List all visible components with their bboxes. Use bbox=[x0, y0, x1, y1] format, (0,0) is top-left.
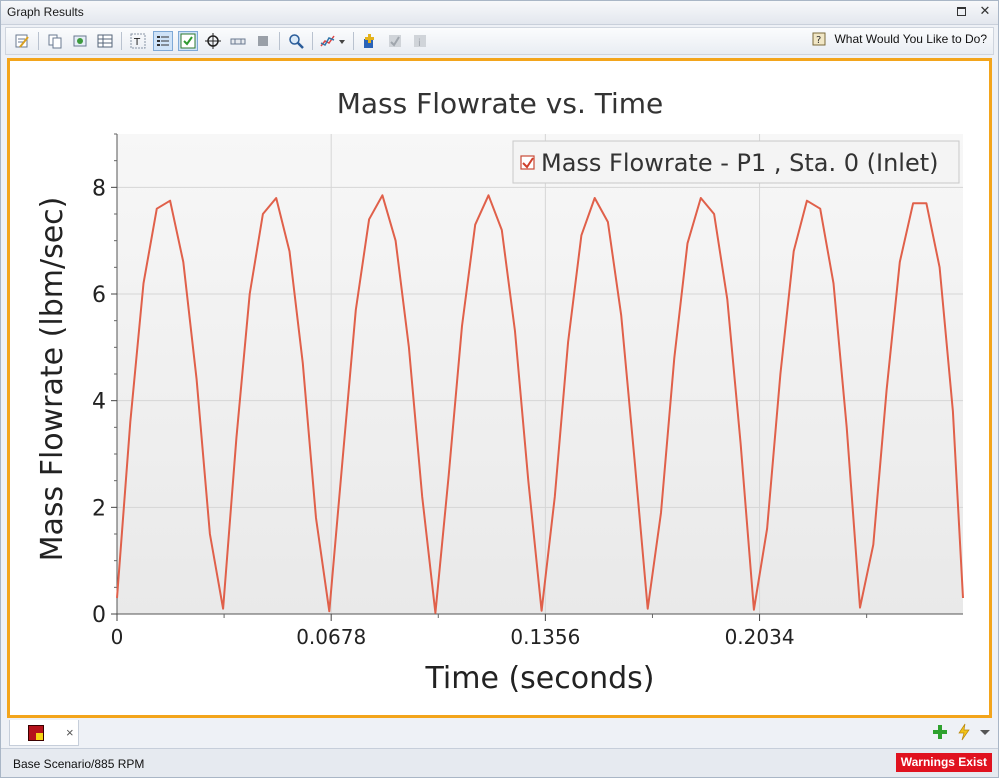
edit-graph-icon[interactable] bbox=[12, 31, 32, 51]
show-checkbox-icon[interactable] bbox=[178, 31, 198, 51]
x-axis-label: Time (seconds) bbox=[425, 661, 655, 696]
scenario-label: Base Scenario/885 RPM bbox=[13, 757, 145, 771]
svg-text:?: ? bbox=[816, 35, 821, 46]
x-tick-label: 0.0678 bbox=[296, 625, 366, 649]
chart-title: Mass Flowrate vs. Time bbox=[337, 87, 664, 120]
x-tick-label: 0.1356 bbox=[510, 625, 580, 649]
range-icon[interactable] bbox=[228, 31, 248, 51]
restore-icon[interactable] bbox=[954, 4, 968, 18]
graph-panel[interactable]: 0 2 4 6 8 0 0.0678 0.1356 0.2034 Mass Flowrate vs… bbox=[7, 58, 992, 718]
table-view-icon[interactable] bbox=[95, 31, 115, 51]
help-book-icon: ? bbox=[812, 32, 826, 46]
y-tick-label: 4 bbox=[92, 390, 106, 415]
help-label: What Would You Like to Do? bbox=[834, 32, 987, 46]
toolbar-separator bbox=[121, 32, 122, 50]
graph-toolbar: T i ? What Would You Like to Do? bbox=[5, 27, 994, 55]
graph-results-window: Graph Results ✕ T i ? What Would You Lik… bbox=[0, 0, 999, 778]
legend-entry: Mass Flowrate - P1 , Sta. 0 (Inlet) bbox=[541, 149, 939, 177]
toolbar-separator bbox=[38, 32, 39, 50]
toolbar-separator bbox=[312, 32, 313, 50]
graph-style-icon[interactable] bbox=[319, 31, 347, 51]
y-tick-label: 6 bbox=[92, 283, 106, 308]
graph-tab[interactable]: × bbox=[9, 720, 79, 746]
check-disabled-icon[interactable] bbox=[385, 31, 405, 51]
legend-toggle-icon[interactable] bbox=[153, 31, 173, 51]
tab-close-icon[interactable]: × bbox=[66, 725, 74, 740]
text-annotation-icon[interactable]: T bbox=[128, 31, 148, 51]
graph-tab-strip: × bbox=[5, 720, 994, 746]
export-icon[interactable] bbox=[70, 31, 90, 51]
add-tab-icon[interactable] bbox=[932, 724, 948, 740]
mass-flowrate-chart[interactable]: 0 2 4 6 8 0 0.0678 0.1356 0.2034 Mass Flowrate vs… bbox=[10, 61, 989, 715]
toolbar-separator bbox=[353, 32, 354, 50]
close-icon[interactable]: ✕ bbox=[978, 4, 992, 18]
toolbar-separator bbox=[279, 32, 280, 50]
stop-icon[interactable] bbox=[253, 31, 273, 51]
window-title: Graph Results bbox=[7, 5, 84, 19]
y-tick-label: 2 bbox=[92, 496, 106, 521]
svg-text:i: i bbox=[418, 38, 421, 49]
tab-menu-chevron-down-icon[interactable] bbox=[980, 729, 990, 735]
graph-tab-icon bbox=[28, 725, 44, 741]
crosshair-icon[interactable] bbox=[203, 31, 223, 51]
window-titlebar: Graph Results ✕ bbox=[1, 1, 998, 25]
y-tick-label: 8 bbox=[92, 176, 106, 201]
copy-icon[interactable] bbox=[45, 31, 65, 51]
x-tick-label: 0.2034 bbox=[725, 625, 795, 649]
info-disabled-icon[interactable]: i bbox=[410, 31, 430, 51]
svg-text:T: T bbox=[133, 37, 141, 48]
add-parameter-icon[interactable] bbox=[360, 31, 380, 51]
lightning-icon[interactable] bbox=[956, 723, 972, 741]
warnings-badge[interactable]: Warnings Exist bbox=[895, 753, 992, 772]
x-tick-label: 0 bbox=[111, 625, 124, 649]
status-bar: Base Scenario/885 RPM Warnings Exist bbox=[1, 748, 998, 777]
y-axis-label: Mass Flowrate (lbm/sec) bbox=[35, 197, 70, 562]
y-tick-label: 0 bbox=[92, 603, 106, 628]
help-button[interactable]: ? What Would You Like to Do? bbox=[812, 31, 987, 47]
plot-area bbox=[117, 134, 963, 614]
zoom-icon[interactable] bbox=[286, 31, 306, 51]
